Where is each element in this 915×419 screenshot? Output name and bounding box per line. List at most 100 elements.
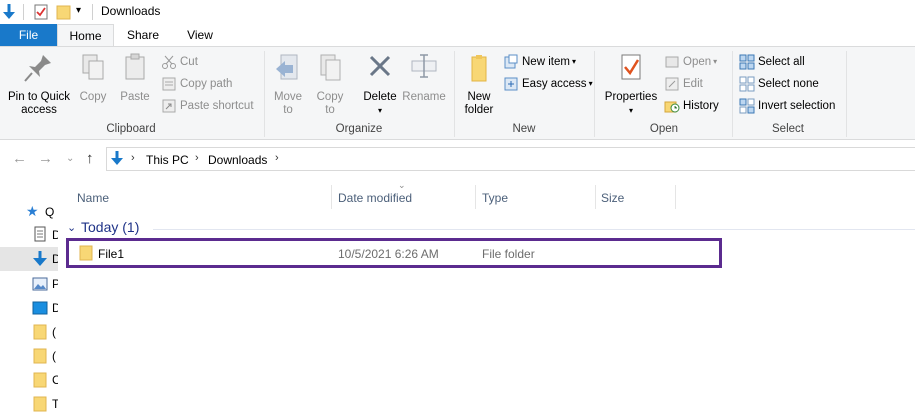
nav-item-folder[interactable]: ( <box>0 320 58 344</box>
clipboard-group-label: Clipboard <box>106 123 156 135</box>
history-label: History <box>683 100 719 112</box>
column-separator[interactable] <box>331 185 332 209</box>
group-header-today[interactable]: Today (1) <box>81 219 139 235</box>
breadcrumb-chevron-icon[interactable]: › <box>275 152 279 164</box>
nav-item-documents[interactable]: D <box>0 223 58 247</box>
folder-icon <box>33 396 47 415</box>
breadcrumb-chevron-icon[interactable]: › <box>131 152 135 164</box>
folder-icon[interactable] <box>56 3 72 21</box>
tab-file[interactable]: File <box>0 24 57 47</box>
rename-button[interactable]: Rename <box>402 51 446 104</box>
down-arrow-icon[interactable] <box>2 3 16 21</box>
nav-item-label: ( <box>52 325 56 339</box>
column-header-date-modified[interactable]: Date modified <box>338 191 412 205</box>
copy-path-label: Copy path <box>180 78 233 90</box>
tab-home[interactable]: Home <box>57 24 114 47</box>
group-collapse-chevron-icon[interactable]: ⌄ <box>67 221 76 234</box>
ribbon: Pin to Quick access Copy Paste Cut Copy … <box>0 46 915 140</box>
edit-icon <box>664 76 680 92</box>
downloads-location-icon <box>110 150 124 171</box>
group-separator <box>732 51 733 137</box>
open-group-label: Open <box>649 123 679 135</box>
breadcrumb-chevron-icon[interactable]: › <box>195 152 199 164</box>
select-none-icon <box>739 76 755 92</box>
tab-view[interactable]: View <box>172 24 228 47</box>
new-item-label: New item <box>522 56 570 69</box>
column-separator[interactable] <box>675 185 676 209</box>
document-icon <box>34 226 46 245</box>
desktop-icon <box>32 301 48 318</box>
table-row[interactable]: File1 10/5/2021 6:26 AM File folder <box>66 238 722 268</box>
address-bar[interactable]: › This PC › Downloads › <box>106 147 915 171</box>
file-name: File1 <box>98 247 125 261</box>
nav-item-folder[interactable]: T <box>0 392 58 416</box>
chevron-down-icon: ▾ <box>588 79 593 88</box>
easy-access-icon <box>503 76 519 92</box>
group-separator <box>594 51 595 137</box>
folder-icon <box>33 348 47 367</box>
nav-item-label: Q <box>45 205 55 219</box>
column-separator[interactable] <box>595 185 596 209</box>
paste-shortcut-button[interactable]: Paste shortcut <box>161 97 254 117</box>
chevron-down-icon[interactable]: ▾ <box>76 5 81 23</box>
paste-icon <box>125 53 145 80</box>
file-type: File folder <box>482 247 535 261</box>
open-icon <box>664 54 680 70</box>
column-separator[interactable] <box>475 185 476 209</box>
column-header-type[interactable]: Type <box>482 191 508 205</box>
chevron-down-icon: ▾ <box>377 106 382 115</box>
forward-arrow-icon[interactable]: → <box>38 150 53 167</box>
copy-to-button[interactable]: Copy to <box>312 51 348 117</box>
group-separator <box>264 51 265 137</box>
pin-to-quick-access-button[interactable]: Pin to Quick access <box>4 51 74 117</box>
qat-separator <box>92 4 93 20</box>
edit-button[interactable]: Edit <box>664 75 703 95</box>
delete-button[interactable]: Delete ▾ <box>359 51 401 117</box>
chevron-down-icon: ▾ <box>713 57 718 66</box>
open-button[interactable]: Open ▾ <box>664 53 717 73</box>
select-none-button[interactable]: Select none <box>739 75 819 95</box>
rename-label: Rename <box>402 91 446 103</box>
column-header-name[interactable]: Name <box>77 191 109 205</box>
copy-label: Copy <box>79 91 107 103</box>
move-to-button[interactable]: Move to <box>270 51 306 117</box>
delete-x-icon <box>369 55 391 77</box>
new-folder-button[interactable]: New folder <box>460 51 498 117</box>
pin-label: Pin to Quick access <box>8 91 70 116</box>
move-to-icon <box>276 54 298 80</box>
navigation-bar: ← → ⌄ ↑ › This PC › Downloads › <box>0 141 915 177</box>
properties-check-icon[interactable] <box>33 3 49 21</box>
cut-button[interactable]: Cut <box>161 53 198 73</box>
recent-locations-chevron-icon[interactable]: ⌄ <box>66 153 74 164</box>
column-header-size[interactable]: Size <box>601 191 624 205</box>
nav-item-quick-access[interactable]: ★ Q <box>0 200 58 224</box>
tab-share[interactable]: Share <box>114 24 172 47</box>
breadcrumb-downloads[interactable]: Downloads <box>208 153 267 167</box>
select-all-button[interactable]: Select all <box>739 53 805 73</box>
back-arrow-icon[interactable]: ← <box>12 150 27 167</box>
easy-access-button[interactable]: Easy access ▾ <box>503 75 593 95</box>
properties-button[interactable]: Properties ▾ <box>602 51 660 117</box>
copy-icon <box>82 54 104 80</box>
new-folder-label: New folder <box>464 91 494 116</box>
paste-button[interactable]: Paste <box>118 51 152 104</box>
nav-item-folder[interactable]: ( <box>0 344 58 368</box>
invert-selection-button[interactable]: Invert selection <box>739 97 835 117</box>
copy-to-icon <box>320 54 341 81</box>
nav-item-folder[interactable]: C <box>0 368 58 392</box>
nav-item-pictures[interactable]: P <box>0 272 58 296</box>
window-title: Downloads <box>101 4 161 18</box>
paste-label: Paste <box>120 91 150 103</box>
nav-item-desktop[interactable]: D <box>0 296 58 320</box>
copy-button[interactable]: Copy <box>76 51 110 104</box>
rename-icon <box>411 54 437 78</box>
copy-path-button[interactable]: Copy path <box>161 75 232 95</box>
up-arrow-icon[interactable]: ↑ <box>86 150 94 167</box>
nav-item-downloads[interactable]: D <box>0 247 58 271</box>
breadcrumb-this-pc[interactable]: This PC <box>146 153 189 167</box>
new-item-button[interactable]: New item ▾ <box>503 53 576 73</box>
picture-icon <box>32 277 48 294</box>
qat-separator <box>23 4 24 20</box>
history-button[interactable]: History <box>664 97 719 117</box>
open-label: Open <box>683 56 712 69</box>
